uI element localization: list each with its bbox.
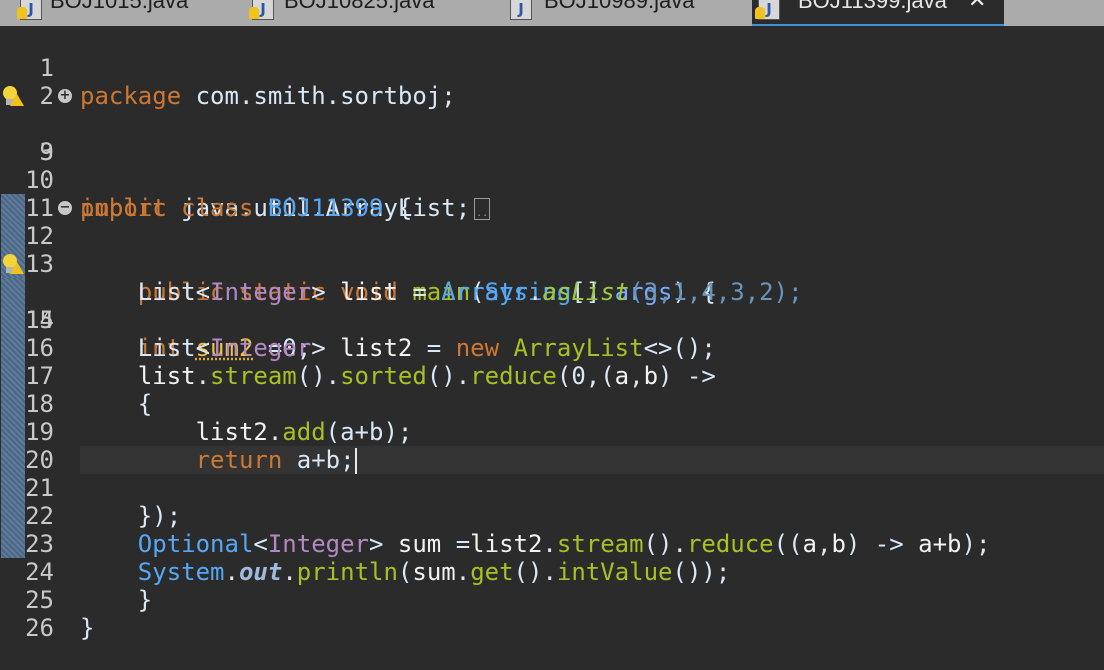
code-line: 21 });: [0, 446, 1104, 530]
java-file-warning-icon: J: [755, 0, 780, 20]
code-line-current: 19 return a+b;: [0, 390, 1104, 474]
tab-label: BOJ10989.java: [544, 0, 695, 13]
code-line: 12 − public static void main(String[] ar…: [0, 194, 1104, 307]
tab-boj1015[interactable]: J BOJ1015.java: [14, 0, 240, 24]
code-line: 3 + import java.util.ArrayList;..: [0, 82, 1104, 222]
expand-fold-icon[interactable]: +: [58, 89, 72, 103]
close-tab-icon[interactable]: ✕: [968, 0, 986, 13]
code-editor[interactable]: 1 package com.smith.sortboj; 2 3 + impor…: [0, 26, 1104, 642]
lightbulb-warning-icon[interactable]: [2, 254, 24, 274]
code-line: 14 int sum2 =0;: [0, 250, 1104, 362]
editor-tab-bar: J BOJ1015.java J BOJ10825.java J BOJ1098…: [0, 0, 1104, 26]
code-line: 17 {: [0, 334, 1104, 418]
code-line: 15 List<Integer> list2 = new ArrayList<>…: [0, 278, 1104, 362]
code-line: 18 list2.add(a+b);: [0, 362, 1104, 446]
tab-label: BOJ10825.java: [284, 0, 435, 13]
code-line: 2: [0, 54, 1104, 110]
code-line: 13 List<Integer> list = Arrays.asList(3,…: [0, 222, 1104, 306]
tab-label: BOJ1015.java: [50, 0, 189, 13]
brace: }: [80, 614, 95, 642]
code-line: 26: [0, 586, 1104, 642]
code-line: 16 list.stream().sorted().reduce(0,(a,b)…: [0, 306, 1104, 390]
tab-boj11399[interactable]: J BOJ11399.java ✕: [752, 0, 1004, 26]
java-file-warning-icon: J: [249, 0, 274, 20]
tab-label: BOJ11399.java: [798, 0, 947, 13]
java-file-warning-icon: J: [17, 0, 42, 20]
code-line: 9: [0, 110, 1104, 166]
lightbulb-warning-icon[interactable]: [2, 86, 24, 106]
code-line: 1 package com.smith.sortboj;: [0, 26, 1104, 110]
code-line: 20: [0, 418, 1104, 474]
code-line: 24 }: [0, 530, 1104, 614]
code-line: 10 public class BOJ11399 {: [0, 138, 1104, 222]
java-file-icon: J: [510, 0, 532, 20]
tab-boj10825[interactable]: J BOJ10825.java: [246, 0, 496, 24]
code-line: 11: [0, 166, 1104, 222]
tab-boj10989[interactable]: J BOJ10989.java: [504, 0, 744, 24]
code-line: 22 Optional<Integer> sum =list2.stream()…: [0, 474, 1104, 558]
code-line: 23 System.out.println(sum.get().intValue…: [0, 502, 1104, 586]
line-number: 26: [25, 614, 54, 642]
code-line: 25 }: [0, 558, 1104, 642]
collapse-fold-icon[interactable]: −: [58, 201, 72, 215]
